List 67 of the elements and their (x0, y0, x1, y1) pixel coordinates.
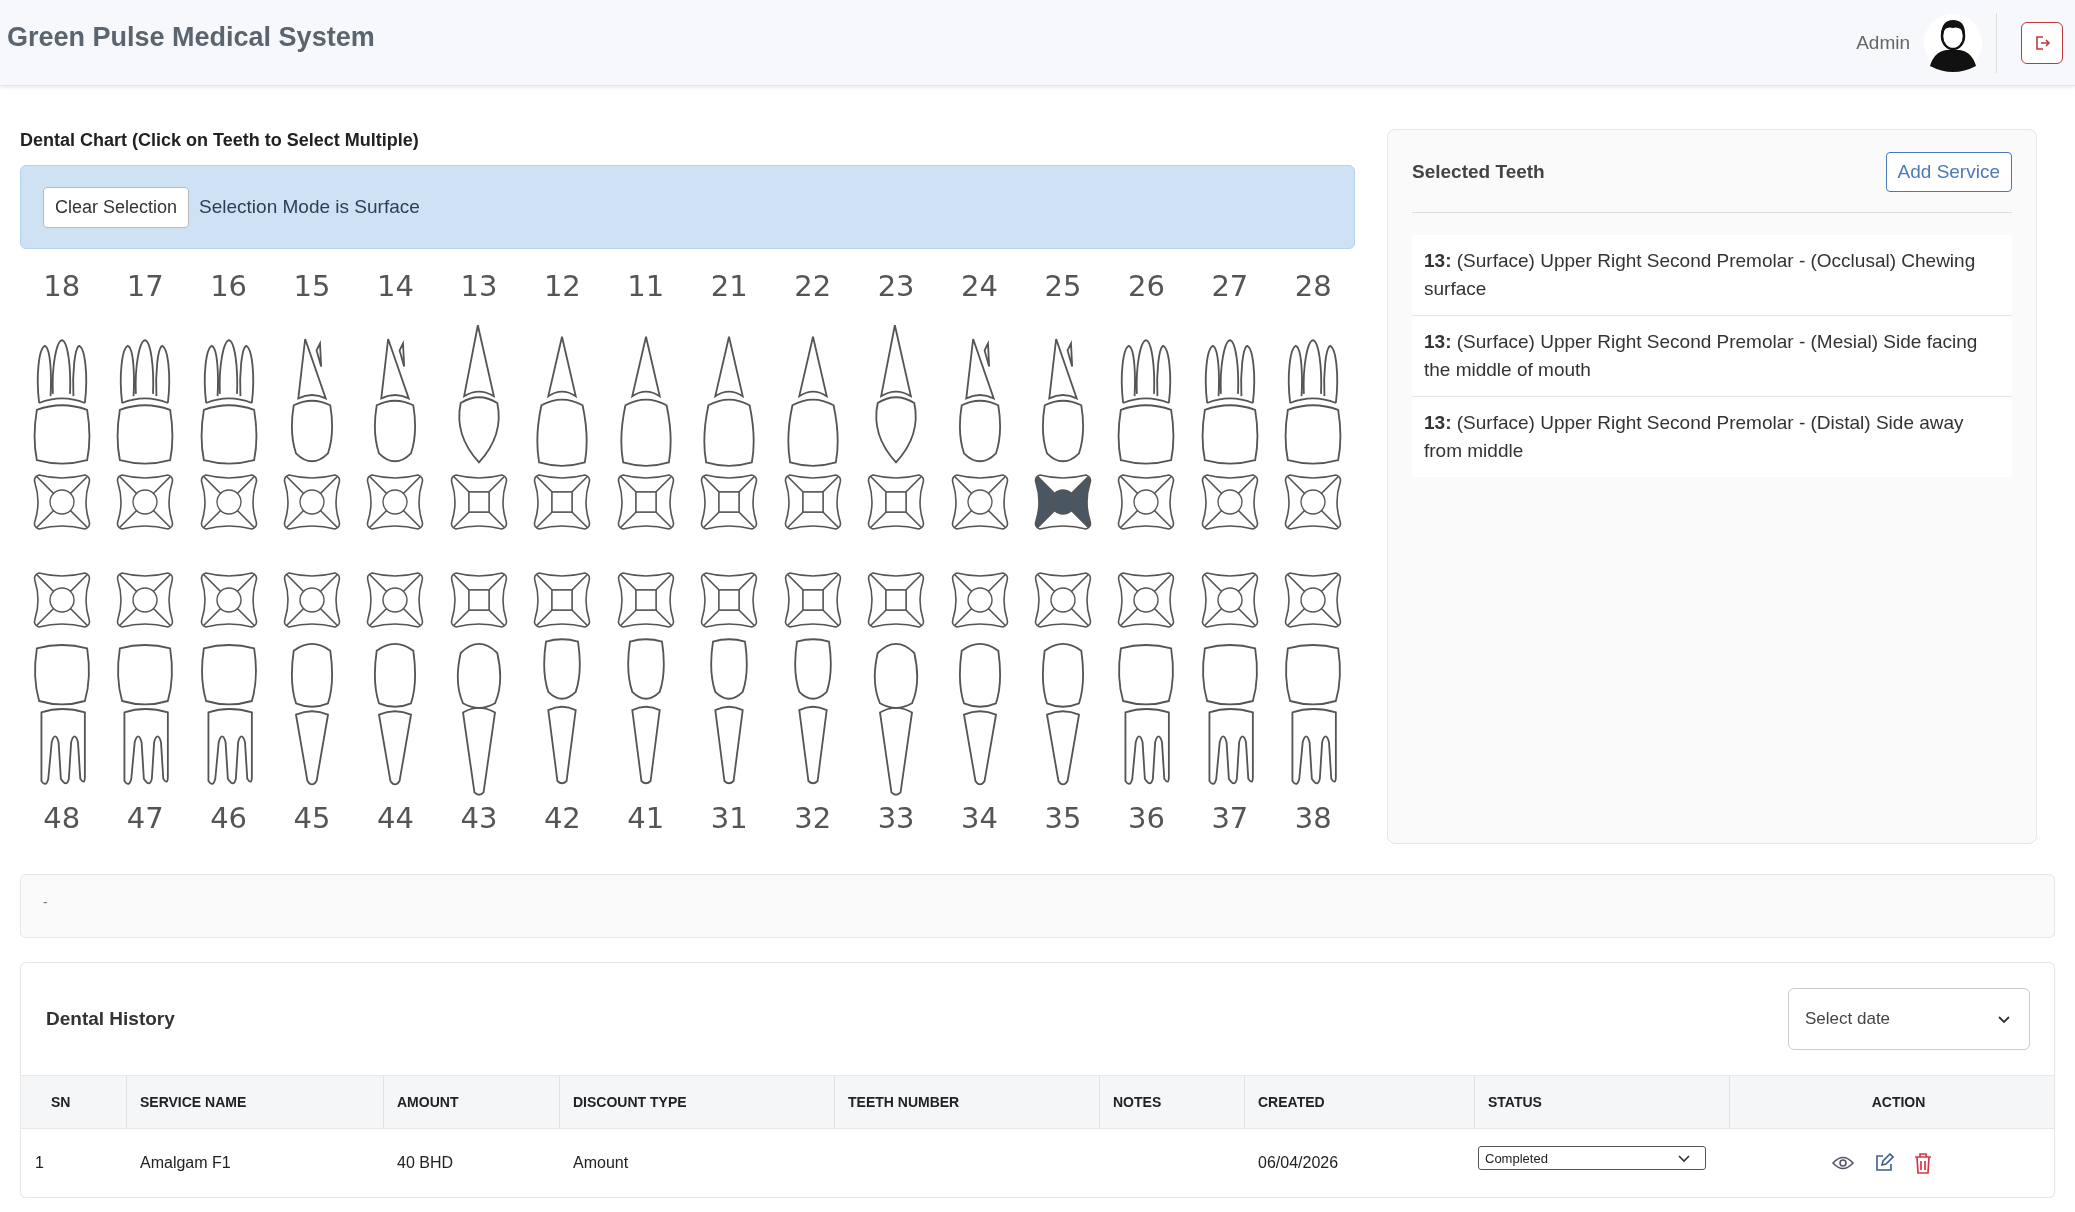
notes-text: - (43, 894, 48, 910)
tooth-number: 48 (43, 801, 81, 835)
tooth-number: 23 (877, 269, 915, 303)
tooth-number: 47 (126, 801, 164, 835)
column-header: ACTION (1729, 1075, 2054, 1129)
tooth-number: 45 (293, 801, 331, 835)
column-header: STATUS (1474, 1075, 1729, 1129)
column-header: TEETH NUMBER (834, 1075, 1099, 1129)
chevron-icon (1677, 1153, 1691, 1163)
table-cell: 1 (35, 1154, 44, 1172)
delete-icon[interactable] (1913, 1152, 1932, 1174)
avatar-icon[interactable] (1924, 13, 1982, 72)
tooth-number: 15 (293, 269, 331, 303)
date-select[interactable]: Select date (1788, 988, 2030, 1050)
selection-mode-text: Selection Mode is Surface (199, 196, 420, 218)
app-title: Green Pulse Medical System (7, 22, 375, 53)
column-header: AMOUNT (383, 1075, 559, 1129)
tooth-number: 31 (710, 801, 748, 835)
tooth-number: 14 (377, 269, 414, 303)
selected-tooth-item: 13: (Surface) Upper Right Second Premolar - (Occlusal) Chewing surface (1412, 235, 2012, 316)
tooth-number: 33 (877, 801, 915, 835)
tooth-number: 35 (1044, 801, 1082, 835)
user-name: Admin (1856, 31, 1910, 54)
add-service-button[interactable]: Add Service (1885, 152, 2012, 192)
clear-selection-button[interactable]: Clear Selection (43, 186, 190, 228)
column-header: CREATED (1244, 1075, 1474, 1129)
tooth-number: 11 (627, 269, 665, 303)
chart-title: Dental Chart (Click on Teeth to Select Multiple) (20, 130, 420, 151)
selected-tooth-item: 13: (Surface) Upper Right Second Premolar - (Distal) Side away from middle (1412, 397, 2012, 477)
table-cell: 06/04/2026 (1258, 1154, 1339, 1172)
panel-title: Selected Teeth (1412, 161, 1545, 183)
edit-icon[interactable] (1873, 1153, 1894, 1173)
tooth-number: 18 (43, 269, 81, 303)
table-cell: 40 BHD (397, 1154, 454, 1172)
tooth-number: 22 (794, 269, 832, 303)
logout-button[interactable] (2021, 21, 2063, 64)
view-icon[interactable] (1831, 1155, 1854, 1171)
tooth-number: 44 (377, 801, 414, 835)
tooth-number: 21 (710, 269, 748, 303)
tooth-number: 24 (961, 269, 998, 303)
tooth-number: 25 (1044, 269, 1082, 303)
tooth-number: 26 (1127, 269, 1165, 303)
selected-tooth-item: 13: (Surface) Upper Right Second Premolar - (Mesial) Side facing the middle of mouth (1412, 316, 2012, 397)
tooth-number: 28 (1294, 269, 1332, 303)
tooth-number: 34 (961, 801, 998, 835)
table-cell: Amalgam F1 (140, 1154, 231, 1172)
tooth-number: 43 (460, 801, 498, 835)
tooth-number: 13 (460, 269, 498, 303)
tooth-number: 16 (210, 269, 248, 303)
section-title: Dental History (45, 1008, 175, 1030)
column-header: NOTES (1099, 1075, 1244, 1129)
tooth-number: 42 (543, 801, 581, 835)
status-select[interactable]: Completed (1478, 1146, 1706, 1170)
column-header: SERVICE NAME (126, 1075, 383, 1129)
tooth-number: 37 (1211, 801, 1249, 835)
tooth-number: 46 (210, 801, 248, 835)
column-header: DISCOUNT TYPE (559, 1075, 834, 1129)
column-header: SN (21, 1075, 126, 1129)
table-cell: Amount (573, 1154, 629, 1172)
tooth-number: 38 (1294, 801, 1332, 835)
tooth-number: 17 (126, 269, 164, 303)
tooth-number: 32 (794, 801, 832, 835)
tooth-number: 27 (1211, 269, 1249, 303)
chevron-icon (1997, 1014, 2011, 1024)
tooth-number: 12 (543, 269, 581, 303)
tooth-number: 41 (627, 801, 665, 835)
tooth-number: 36 (1127, 801, 1165, 835)
